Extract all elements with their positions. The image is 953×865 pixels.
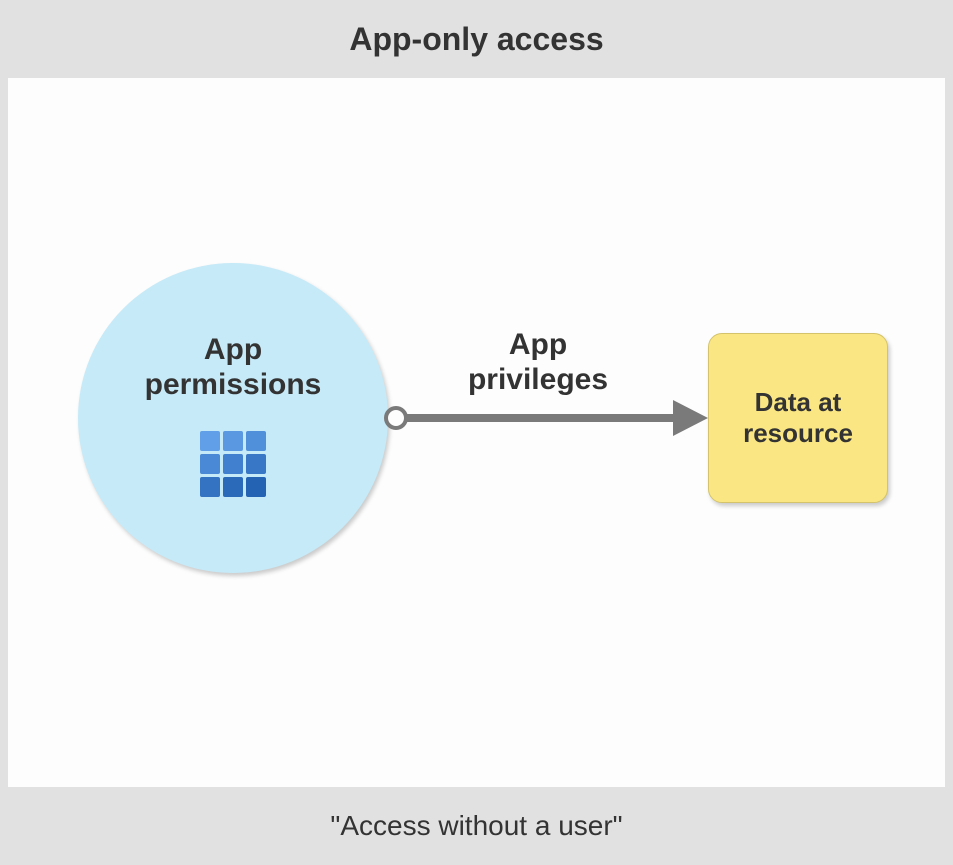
app-permissions-label-line1: App [204,333,262,366]
resource-label: Data at resource [743,387,853,449]
diagram-frame: App-only access App permissions App priv… [0,0,953,865]
app-permissions-label: App permissions [78,333,388,402]
arrow-label: App privileges [413,328,663,397]
app-permissions-label-line2: permissions [145,368,322,401]
arrow-label-line2: privileges [468,363,608,396]
resource-label-line2: resource [743,418,853,448]
app-permissions-node: App permissions [78,263,388,573]
diagram-title: App-only access [0,0,953,78]
diagram-canvas: App permissions App privileges Data at [8,78,945,787]
app-grid-icon [200,431,266,497]
data-at-resource-node: Data at resource [708,333,888,503]
arrow-label-line1: App [509,328,567,361]
resource-label-line1: Data at [755,387,842,417]
diagram-footer: "Access without a user" [0,787,953,865]
